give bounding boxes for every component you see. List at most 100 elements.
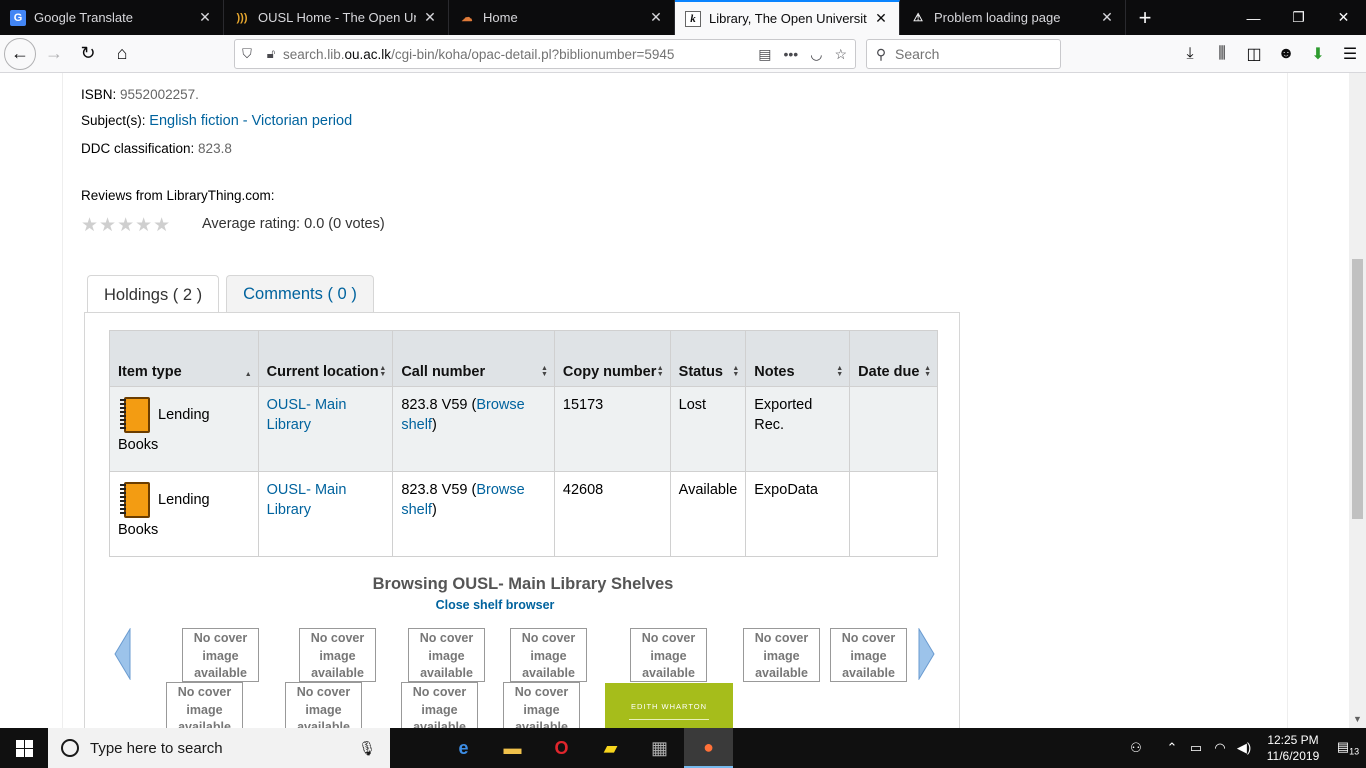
close-icon[interactable]: ✕	[648, 9, 664, 26]
library-icon[interactable]: ⫼	[1206, 38, 1238, 70]
app-icon[interactable]: ▦	[635, 728, 684, 768]
column-header[interactable]: Item type ▲	[109, 330, 259, 387]
volume-icon[interactable]: ◀)	[1232, 740, 1256, 756]
no-cover-thumbnail[interactable]: No cover image available	[743, 628, 820, 682]
close-icon[interactable]: ✕	[197, 9, 213, 26]
navigation-toolbar: ← → ↻ ⌂ ⛉ 🔓︎ search.lib.ou.ac.lk/cgi-bin…	[0, 35, 1366, 73]
wifi-icon[interactable]: ◠	[1208, 740, 1232, 756]
new-tab-button[interactable]: +	[1126, 0, 1164, 35]
menu-icon[interactable]: ☰	[1334, 38, 1366, 70]
file-explorer-icon[interactable]: ▬	[488, 728, 537, 768]
close-icon[interactable]: ✕	[873, 10, 889, 27]
column-header[interactable]: Call number ▲ ▼	[392, 330, 555, 387]
tab-holdings[interactable]: Holdings ( 2 )	[87, 275, 220, 314]
location-cell: OUSL- Main Library	[257, 386, 394, 472]
tab-problem-loading[interactable]: ⚠ Problem loading page ✕	[900, 0, 1126, 35]
shelf-previous-arrow-icon[interactable]	[114, 628, 132, 680]
no-cover-thumbnail[interactable]: No cover image available	[401, 682, 478, 728]
tab-google-translate[interactable]: G Google Translate ✕	[0, 0, 224, 35]
url-text[interactable]: search.lib.ou.ac.lk/cgi-bin/koha/opac-de…	[283, 47, 758, 62]
column-header[interactable]: Notes ▲ ▼	[745, 330, 851, 387]
table-row: Lending Books OUSL- Main Library 823.8 V5…	[109, 471, 938, 557]
clock-date: 11/6/2019	[1266, 749, 1320, 763]
insecure-lock-icon[interactable]: 🔓︎	[259, 46, 283, 62]
pocket-icon[interactable]: ◡	[810, 46, 822, 63]
tab-ousl-home[interactable]: ))) OUSL Home - The Open Univer ✕	[224, 0, 449, 35]
page-viewport: ISBN: 9552002257. Subject(s): English fi…	[0, 73, 1366, 728]
column-header[interactable]: Status ▲ ▼	[669, 330, 747, 387]
no-cover-thumbnail[interactable]: No cover image available	[830, 628, 907, 682]
taskbar-search[interactable]: Type here to search 🎙︎	[48, 728, 390, 768]
table-row: Lending Books OUSL- Main Library 823.8 V5…	[109, 386, 938, 472]
no-cover-thumbnail[interactable]: No cover image available	[630, 628, 707, 682]
sort-icon: ▲ ▼	[836, 365, 844, 378]
table-header-row: Item type ▲ Current location ▲ ▼ Call numbe…	[109, 330, 938, 387]
microphone-icon[interactable]: 🎙︎	[358, 740, 376, 757]
page-scrollbar[interactable]: ▼	[1349, 73, 1366, 728]
shield-icon[interactable]: ⛉	[235, 46, 259, 62]
chevron-up-icon[interactable]: ⌃	[1160, 740, 1184, 756]
isbn-line: ISBN: 9552002257.	[81, 87, 199, 102]
subject-link[interactable]: English fiction - Victorian period	[149, 113, 352, 129]
tab-home[interactable]: ☁ Home ✕	[449, 0, 675, 35]
notification-count: 13	[1349, 746, 1360, 757]
no-cover-thumbnail[interactable]: No cover image available	[285, 682, 362, 728]
restore-button[interactable]: ❐	[1276, 0, 1321, 35]
close-icon[interactable]: ✕	[1099, 9, 1115, 26]
column-header[interactable]: Current location ▲ ▼	[257, 330, 394, 387]
no-cover-thumbnail[interactable]: No cover image available	[408, 628, 485, 682]
rating-stars[interactable]: ★★★★★	[81, 214, 171, 237]
search-bar[interactable]: ⚲ Search	[866, 39, 1061, 69]
reload-button[interactable]: ↻	[72, 38, 104, 70]
clock[interactable]: 12:25 PM 11/6/2019	[1256, 732, 1330, 764]
close-shelf-browser-link[interactable]: Close shelf browser	[85, 598, 905, 612]
windows-taskbar: Type here to search 🎙︎ e ▬ O ▰ ▦ ● ⚇ ⌃ ▭…	[0, 728, 1366, 768]
column-header[interactable]: Copy number ▲ ▼	[553, 330, 671, 387]
sort-icon: ▲ ▼	[540, 365, 548, 378]
book-cover-thumbnail[interactable]: EDITH WHARTON	[605, 683, 733, 728]
location-link[interactable]: OUSL- Main Library	[267, 397, 347, 433]
column-header[interactable]: Date due ▲ ▼	[849, 330, 938, 387]
edge-icon[interactable]: e	[439, 728, 488, 768]
sort-icon: ▲ ▼	[379, 365, 387, 378]
scroll-down-icon[interactable]: ▼	[1349, 711, 1366, 728]
no-cover-thumbnail[interactable]: No cover image available	[510, 628, 587, 682]
tab-library[interactable]: k Library, The Open University of ✕	[675, 0, 900, 35]
subjects-label: Subject(s):	[81, 113, 146, 128]
sort-asc-icon: ▲	[244, 371, 252, 378]
tab-comments[interactable]: Comments ( 0 )	[226, 275, 374, 313]
address-bar[interactable]: ⛉ 🔓︎ search.lib.ou.ac.lk/cgi-bin/koha/op…	[234, 39, 856, 69]
account-icon[interactable]: ☻	[1270, 38, 1302, 70]
bookmark-star-icon[interactable]: ☆	[834, 46, 847, 63]
back-button[interactable]: ←	[4, 37, 36, 70]
no-cover-thumbnail[interactable]: No cover image available	[166, 682, 243, 728]
sticky-notes-icon[interactable]: ▰	[586, 728, 635, 768]
forward-button[interactable]: →	[38, 38, 70, 70]
scrollbar-thumb[interactable]	[1352, 259, 1363, 519]
sidebar-icon[interactable]: ◫	[1238, 38, 1270, 70]
shelf-next-arrow-icon[interactable]	[917, 628, 935, 680]
close-icon[interactable]: ✕	[422, 9, 438, 26]
copy-number-cell: 42608	[553, 471, 671, 557]
no-cover-thumbnail[interactable]: No cover image available	[182, 628, 259, 682]
page-actions-icon[interactable]: •••	[784, 46, 799, 63]
minimize-button[interactable]: —	[1231, 0, 1276, 35]
no-cover-thumbnail[interactable]: No cover image available	[503, 682, 580, 728]
call-number-cell: 823.8 V59 (Browse shelf)	[392, 386, 555, 472]
status-cell: Available	[669, 471, 747, 557]
notifications-icon[interactable]: ▤13	[1330, 739, 1366, 757]
people-icon[interactable]: ⚇	[1124, 740, 1148, 756]
location-link[interactable]: OUSL- Main Library	[267, 482, 347, 518]
date-due-cell	[849, 471, 938, 557]
opera-icon[interactable]: O	[537, 728, 586, 768]
battery-icon[interactable]: ▭	[1184, 740, 1208, 756]
close-window-button[interactable]: ✕	[1321, 0, 1366, 35]
extension-icon[interactable]: ⬇	[1302, 38, 1334, 70]
no-cover-thumbnail[interactable]: No cover image available	[299, 628, 376, 682]
shelf-browser-title: Browsing OUSL- Main Library Shelves	[372, 575, 674, 593]
start-button[interactable]	[0, 728, 48, 768]
reader-view-icon[interactable]: ▤	[758, 46, 771, 63]
downloads-icon[interactable]: ⤓	[1174, 38, 1206, 70]
home-button[interactable]: ⌂	[106, 38, 138, 70]
firefox-icon[interactable]: ●	[684, 728, 733, 768]
